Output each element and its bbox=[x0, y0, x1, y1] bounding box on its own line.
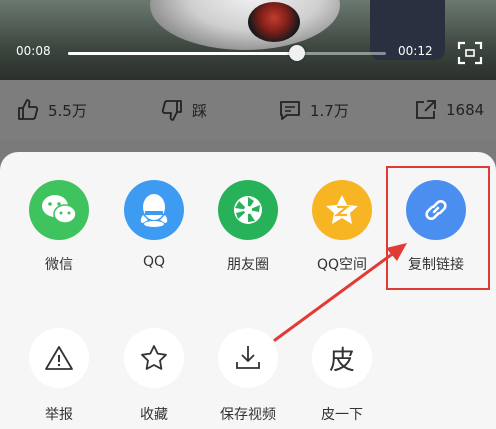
like-count: 5.5万 bbox=[48, 101, 87, 120]
share-wechat-label: 微信 bbox=[45, 257, 73, 273]
share-qzone[interactable]: QQ空间 bbox=[297, 180, 387, 274]
moments-icon bbox=[218, 180, 278, 240]
warning-icon bbox=[29, 328, 89, 388]
save-video-button[interactable]: 保存视频 bbox=[203, 328, 293, 424]
annotation-highlight-box bbox=[386, 166, 490, 290]
share-icon bbox=[416, 100, 436, 119]
share-qq[interactable]: QQ bbox=[109, 180, 199, 270]
share-count: 1684 bbox=[446, 101, 485, 119]
star-icon bbox=[124, 328, 184, 388]
video-player[interactable]: 00:08 00:12 bbox=[0, 0, 496, 80]
favorite-button[interactable]: 收藏 bbox=[109, 328, 199, 424]
save-video-label: 保存视频 bbox=[220, 407, 276, 423]
pi-glyph: 皮 bbox=[328, 345, 355, 376]
action-bar: 5.5万 踩 1.7万 1684 bbox=[0, 80, 496, 140]
current-time: 00:08 bbox=[16, 44, 51, 58]
share-qq-label: QQ bbox=[142, 254, 166, 270]
thumbs-down-icon bbox=[161, 100, 182, 121]
dislike-button[interactable]: 踩 bbox=[160, 96, 207, 124]
pi-yixia-label: 皮一下 bbox=[321, 407, 363, 423]
favorite-label: 收藏 bbox=[140, 407, 168, 423]
qq-icon bbox=[124, 180, 184, 240]
share-button[interactable]: 1684 bbox=[414, 96, 484, 124]
progress-knob[interactable] bbox=[288, 45, 305, 61]
download-icon bbox=[218, 328, 278, 388]
video-frame-car bbox=[150, 0, 340, 50]
share-moments[interactable]: 朋友圈 bbox=[203, 180, 293, 274]
report-button[interactable]: 举报 bbox=[14, 328, 104, 424]
report-label: 举报 bbox=[45, 407, 73, 423]
dislike-label: 踩 bbox=[192, 101, 208, 120]
pi-icon: 皮 bbox=[312, 328, 372, 388]
comment-icon bbox=[280, 101, 300, 120]
share-qzone-label: QQ空间 bbox=[316, 257, 368, 273]
duration: 00:12 bbox=[398, 44, 433, 58]
like-button[interactable]: 5.5万 bbox=[16, 96, 87, 124]
fullscreen-icon[interactable] bbox=[457, 41, 483, 65]
comment-button[interactable]: 1.7万 bbox=[278, 96, 349, 124]
thumbs-up-icon bbox=[18, 99, 39, 120]
comment-count: 1.7万 bbox=[310, 101, 349, 120]
qzone-icon bbox=[312, 180, 372, 240]
progress-bar[interactable] bbox=[68, 52, 386, 55]
video-frame-wheel bbox=[248, 2, 300, 42]
progress-fill bbox=[68, 52, 297, 55]
pi-yixia-button[interactable]: 皮 皮一下 bbox=[297, 328, 387, 424]
share-moments-label: 朋友圈 bbox=[227, 257, 269, 273]
wechat-icon bbox=[29, 180, 89, 240]
share-wechat[interactable]: 微信 bbox=[14, 180, 104, 274]
